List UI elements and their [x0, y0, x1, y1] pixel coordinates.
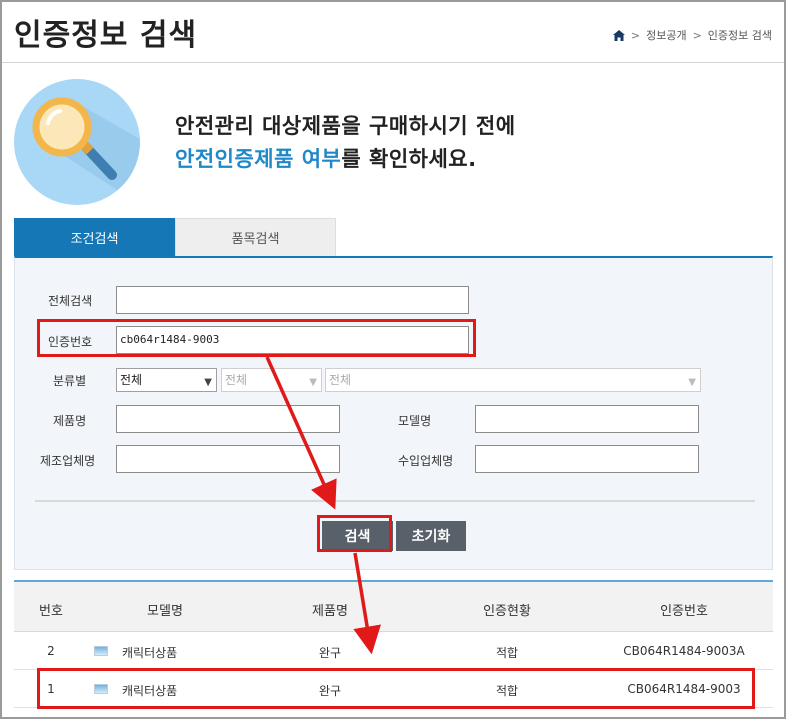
results-table-header: 번호 모델명 제품명 인증현황 인증번호 — [14, 580, 773, 632]
importer-input[interactable] — [475, 445, 699, 473]
hero-line-1: 안전관리 대상제품을 구매하시기 전에 — [175, 114, 516, 138]
column-header-model: 모델명 — [147, 604, 183, 619]
importer-label: 수입업체명 — [398, 454, 454, 468]
home-icon[interactable] — [612, 29, 625, 41]
cell-status: 적합 — [495, 684, 519, 698]
form-divider — [35, 500, 755, 502]
magnifier-icon — [32, 97, 140, 205]
hero-message: 안전관리 대상제품을 구매하시기 전에 안전인증제품 여부를 확인하세요. — [175, 110, 516, 176]
search-form: 전체검색 인증번호 cb064r1484-9003 분류별 전체 ▼ 전체 ▼ 전체… — [14, 256, 773, 570]
product-thumbnail[interactable] — [94, 684, 108, 694]
cell-product: 완구 — [318, 646, 342, 660]
tab-item-search[interactable]: 품목검색 — [175, 218, 336, 256]
hero-highlight: 안전인증제품 여부 — [175, 147, 342, 171]
chevron-down-icon: ▼ — [204, 377, 212, 388]
reset-button[interactable]: 초기화 — [396, 521, 466, 551]
table-row[interactable]: 1 캐릭터상품 완구 적합 CB064R1484-9003 — [14, 670, 773, 708]
breadcrumb-item-current: 인증정보 검색 — [707, 29, 772, 42]
category-select-3[interactable]: 전체 ▼ — [325, 368, 701, 392]
breadcrumb-separator: > — [692, 28, 702, 42]
full-search-input[interactable] — [116, 286, 469, 314]
hero-line-2: 안전인증제품 여부를 확인하세요. — [175, 143, 516, 176]
cell-model[interactable]: 캐릭터상품 — [122, 644, 177, 661]
cell-no: 2 — [47, 644, 55, 658]
column-header-product: 제품명 — [312, 604, 348, 619]
cert-no-label: 인증번호 — [48, 335, 93, 349]
breadcrumb-item-disclosure[interactable]: 정보공개 — [646, 27, 686, 43]
category-select-1-value: 전체 — [120, 373, 143, 387]
product-name-input[interactable] — [116, 405, 340, 433]
cell-model[interactable]: 캐릭터상품 — [122, 682, 177, 699]
category-select-1[interactable]: 전체 ▼ — [116, 368, 217, 392]
breadcrumb: > 정보공개 > 인증정보 검색 — [612, 27, 772, 43]
cell-product: 완구 — [318, 684, 342, 698]
column-header-cert-no: 인증번호 — [660, 604, 708, 619]
manufacturer-label: 제조업체명 — [40, 454, 96, 468]
cert-no-input[interactable]: cb064r1484-9003 — [116, 326, 469, 354]
column-header-no: 번호 — [39, 604, 63, 619]
cell-status: 적합 — [495, 646, 519, 660]
manufacturer-input[interactable] — [116, 445, 340, 473]
hero-line-2-rest: 를 확인하세요. — [341, 147, 477, 171]
title-divider — [2, 62, 784, 63]
category-label: 분류별 — [53, 374, 87, 388]
tab-condition-search[interactable]: 조건검색 — [14, 218, 175, 256]
category-select-3-value: 전체 — [329, 373, 352, 387]
category-select-2-value: 전체 — [225, 373, 248, 387]
chevron-down-icon: ▼ — [309, 377, 317, 388]
column-header-status: 인증현황 — [483, 604, 531, 619]
search-tabs: 조건검색 품목검색 — [14, 218, 336, 256]
magnifier-illustration — [14, 79, 140, 205]
model-name-label: 모델명 — [398, 414, 432, 428]
product-name-label: 제품명 — [53, 414, 87, 428]
search-button[interactable]: 검색 — [322, 521, 393, 551]
chevron-down-icon: ▼ — [688, 377, 696, 388]
full-search-label: 전체검색 — [48, 294, 93, 308]
cell-cert-no: CB064R1484-9003 — [627, 682, 741, 696]
category-select-2[interactable]: 전체 ▼ — [221, 368, 322, 392]
cell-no: 1 — [47, 682, 55, 696]
product-thumbnail[interactable] — [94, 646, 108, 656]
page-title: 인증정보 검색 — [14, 18, 198, 53]
model-name-input[interactable] — [475, 405, 699, 433]
table-row[interactable]: 2 캐릭터상품 완구 적합 CB064R1484-9003A — [14, 632, 773, 670]
breadcrumb-separator: > — [630, 28, 641, 42]
cell-cert-no: CB064R1484-9003A — [623, 644, 745, 658]
